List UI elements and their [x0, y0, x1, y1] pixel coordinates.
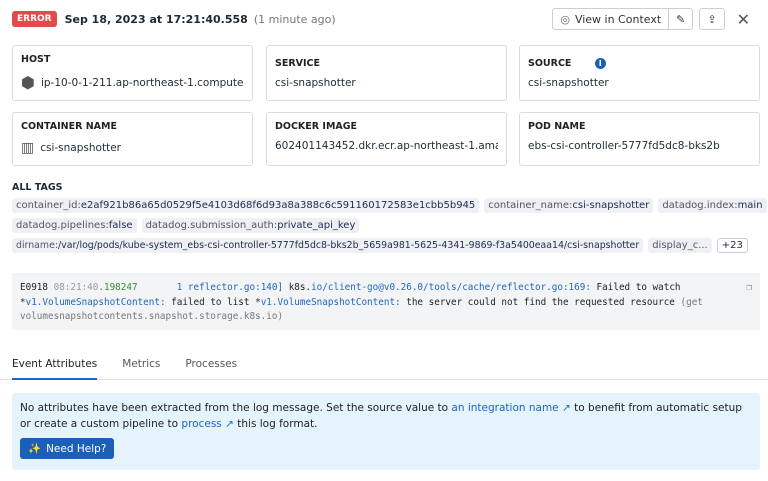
- tab-processes[interactable]: Processes: [185, 355, 237, 380]
- pencil-icon: ✎: [676, 12, 686, 26]
- process-link[interactable]: process ↗: [181, 418, 234, 430]
- pod-name-card[interactable]: POD NAME ebs-csi-controller-5777fd5dc8-b…: [519, 112, 760, 166]
- view-in-context-button[interactable]: ◎ View in Context: [552, 8, 670, 30]
- tab-event-attributes[interactable]: Event Attributes: [12, 355, 98, 380]
- timestamp: Sep 18, 2023 at 17:21:40.558: [64, 12, 248, 26]
- host-card[interactable]: HOST ⬢ ip-10-0-1-211.ap-northeast-1.compu…: [12, 45, 253, 101]
- tag[interactable]: display_c...: [648, 238, 712, 253]
- relative-time: (1 minute ago): [253, 12, 336, 26]
- tab-metrics[interactable]: Metrics: [122, 355, 160, 380]
- service-card[interactable]: SERVICE csi-snapshotter: [266, 45, 507, 101]
- tag[interactable]: datadog.pipelines:false: [12, 218, 137, 233]
- source-card[interactable]: SOURCE i csi-snapshotter: [519, 45, 760, 101]
- need-help-button[interactable]: ✨ Need Help?: [20, 438, 115, 459]
- container-name-card[interactable]: CONTAINER NAME ▥ csi-snapshotter: [12, 112, 253, 166]
- tag[interactable]: container_name:csi-snapshotter: [484, 198, 654, 213]
- log-header: ERROR Sep 18, 2023 at 17:21:40.558 (1 mi…: [12, 8, 756, 30]
- tag[interactable]: dirname:/var/log/pods/kube-system_ebs-cs…: [12, 238, 644, 253]
- all-tags: ALL TAGS container_id:e2af921b86a65d0529…: [12, 182, 767, 258]
- log-message: E0918 08:21:40.198247 1 reflector.go:140…: [12, 273, 760, 330]
- tag[interactable]: datadog.submission_auth:private_api_key: [141, 218, 360, 233]
- docker-image-card[interactable]: DOCKER IMAGE 602401143452.dkr.ecr.ap-nor…: [266, 112, 507, 166]
- tag[interactable]: datadog.index:main: [658, 198, 767, 213]
- edit-button[interactable]: ✎: [669, 8, 694, 30]
- container-icon: ▥: [21, 140, 35, 156]
- target-icon: ◎: [560, 12, 570, 26]
- status-badge: ERROR: [12, 11, 57, 27]
- external-link-icon: ↗: [562, 402, 571, 414]
- more-tags-button[interactable]: +23: [716, 238, 748, 253]
- external-link-icon: ↗: [225, 417, 234, 430]
- integration-name-link[interactable]: an integration name ↗: [451, 402, 570, 414]
- info-banner: No attributes have been extracted from t…: [12, 393, 760, 470]
- hexagon-icon: ⬢: [21, 73, 35, 92]
- close-icon[interactable]: ✕: [731, 10, 756, 29]
- copy-icon[interactable]: ❐: [746, 281, 752, 296]
- magic-wand-icon: ✨: [28, 443, 42, 455]
- share-button[interactable]: ⇪: [699, 8, 725, 30]
- upload-icon: ⇪: [707, 12, 717, 26]
- info-icon[interactable]: i: [594, 58, 606, 69]
- tag[interactable]: container_id:e2af921b86a65d0529f5e4103d6…: [12, 198, 480, 213]
- tab-bar: Event Attributes Metrics Processes: [0, 355, 768, 380]
